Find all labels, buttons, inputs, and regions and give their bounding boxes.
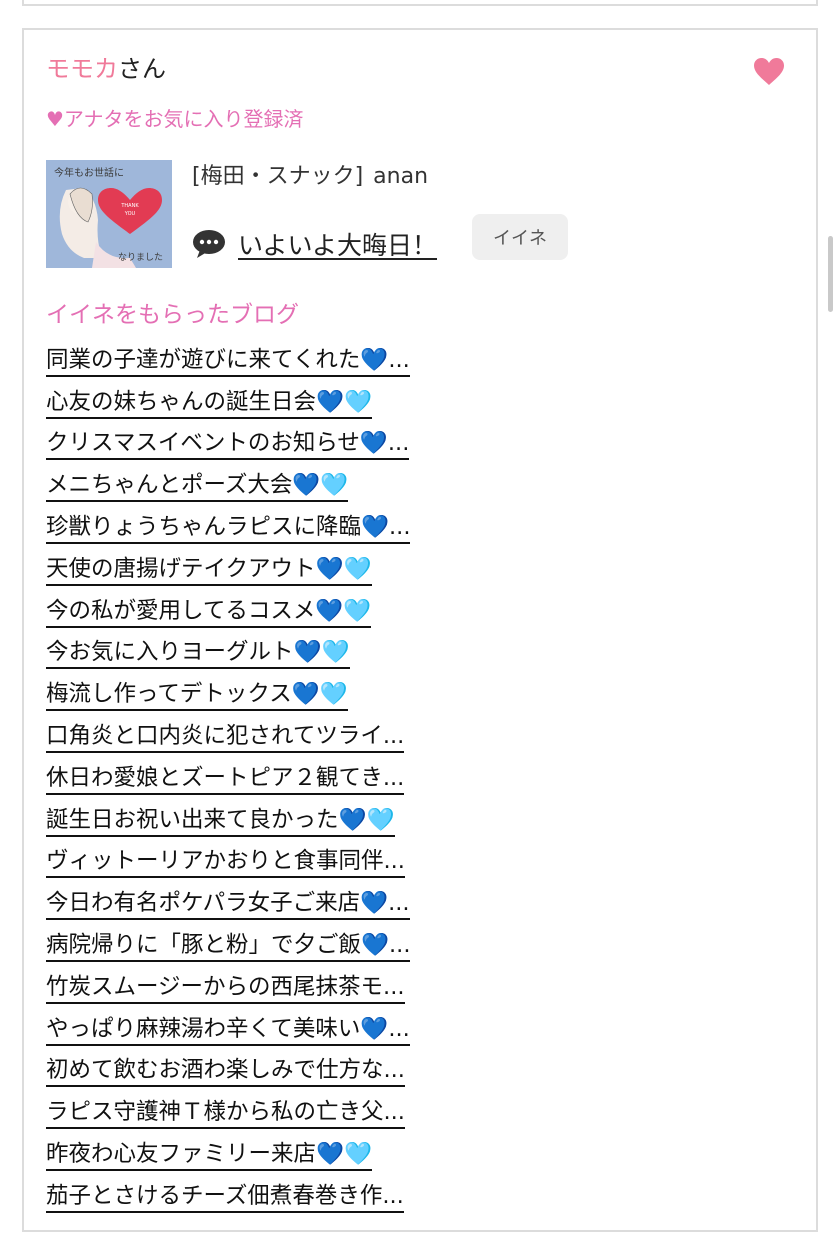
blog-link[interactable]: メニちゃんとポーズ大会💙🩵 bbox=[46, 470, 349, 503]
list-item: 今お気に入りヨーグルト💙🩵 bbox=[46, 633, 410, 675]
list-item: 茄子とさけるチーズ佃煮春巻き作... bbox=[46, 1176, 410, 1218]
thumbnail-text-heart: THANK bbox=[120, 203, 139, 209]
iine-button[interactable]: イイネ bbox=[472, 214, 568, 260]
list-item: ラピス守護神Ｔ様から私の亡き父... bbox=[46, 1092, 410, 1134]
blog-thumbnail[interactable]: 今年もお世話に THANK YOU なりました bbox=[46, 160, 172, 268]
svg-text:YOU: YOU bbox=[124, 211, 136, 217]
girl-name-suffix: さん bbox=[118, 55, 166, 83]
scrollbar[interactable] bbox=[828, 236, 833, 312]
list-item: やっぱり麻辣湯わ辛くて美味い💙... bbox=[46, 1009, 410, 1051]
list-item: 珍獣りょうちゃんラピスに降臨💙... bbox=[46, 507, 411, 549]
blog-link[interactable]: 病院帰りに「豚と粉」で夕ご飯💙... bbox=[46, 930, 411, 963]
favorite-status-label: ♥アナタをお気に入り登録済 bbox=[46, 107, 304, 131]
blog-link[interactable]: 竹炭スムージーからの西尾抹茶モ... bbox=[46, 972, 405, 1004]
blog-link[interactable]: 口角炎と口内炎に犯されてツライ... bbox=[46, 721, 405, 754]
blog-link[interactable]: 梅流し作ってデトックス💙🩵 bbox=[46, 679, 348, 712]
blog-link[interactable]: ヴィットーリアかおりと食事同伴... bbox=[46, 846, 405, 879]
thumbnail-image: 今年もお世話に THANK YOU なりました bbox=[46, 160, 172, 268]
blog-link[interactable]: 初めて飲むお酒わ楽しみで仕方な... bbox=[46, 1055, 405, 1088]
liked-blog-list: 同業の子達が遊びに来てくれた💙... 心友の妹ちゃんの誕生日会💙🩵 クリスマスイ… bbox=[46, 340, 411, 1218]
blog-link[interactable]: 天使の唐揚げテイクアウト💙🩵 bbox=[46, 554, 372, 586]
list-item: 天使の唐揚げテイクアウト💙🩵 bbox=[46, 549, 410, 591]
shop-name[interactable]: anan bbox=[373, 164, 428, 189]
latest-blog-link[interactable]: いよいよ大晦日！ bbox=[238, 226, 437, 262]
list-item: 病院帰りに「豚と粉」で夕ご飯💙... bbox=[46, 925, 411, 967]
list-item: 休日わ愛娘とズートピア２観てき... bbox=[46, 758, 410, 800]
list-item: 初めて飲むお酒わ楽しみで仕方な... bbox=[46, 1051, 410, 1093]
girl-name[interactable]: モモカさん bbox=[46, 54, 166, 84]
blog-link[interactable]: 同業の子達が遊びに来てくれた💙... bbox=[46, 345, 410, 377]
thumbnail-text-top: 今年もお世話に bbox=[54, 166, 124, 179]
shop-area: [梅田・スナック] bbox=[192, 164, 364, 189]
favorite-girl-card: モモカさん ♥アナタをお気に入り登録済 今年もお世話に THANK YOU なり… bbox=[22, 28, 818, 1232]
blog-link[interactable]: 昨夜わ心友ファミリー来店💙🩵 bbox=[46, 1139, 373, 1172]
list-item: ヴィットーリアかおりと食事同伴... bbox=[46, 842, 410, 884]
blog-link[interactable]: 今の私が愛用してるコスメ💙🩵 bbox=[46, 596, 372, 628]
list-item: 誕生日お祝い出来て良かった💙🩵 bbox=[46, 800, 410, 842]
list-item: 昨夜わ心友ファミリー来店💙🩵 bbox=[46, 1134, 410, 1176]
previous-card bbox=[22, 0, 818, 6]
heart-icon bbox=[754, 58, 784, 85]
girl-name-highlight[interactable]: モモカ bbox=[46, 55, 118, 83]
favorite-heart-button[interactable] bbox=[754, 58, 784, 86]
list-item: 竹炭スムージーからの西尾抹茶モ... bbox=[46, 967, 410, 1009]
blog-link[interactable]: 茄子とさけるチーズ佃煮春巻き作... bbox=[46, 1181, 404, 1213]
list-item: メニちゃんとポーズ大会💙🩵 bbox=[46, 465, 410, 507]
blog-link[interactable]: ラピス守護神Ｔ様から私の亡き父... bbox=[46, 1097, 405, 1130]
thumbnail-text-bottom: なりました bbox=[118, 252, 163, 263]
blog-link[interactable]: 珍獣りょうちゃんラピスに降臨💙... bbox=[46, 512, 411, 545]
shop-info: [梅田・スナック] anan bbox=[192, 162, 428, 192]
list-item: 今の私が愛用してるコスメ💙🩵 bbox=[46, 591, 410, 633]
blog-link[interactable]: クリスマスイベントのお知らせ💙... bbox=[46, 428, 410, 461]
liked-blogs-title: イイネをもらったブログ bbox=[46, 302, 299, 328]
latest-blog-row: いよいよ大晦日！ bbox=[192, 224, 437, 264]
blog-link[interactable]: 誕生日お祝い出来て良かった💙🩵 bbox=[46, 805, 395, 837]
speech-bubble-icon bbox=[193, 230, 225, 258]
list-item: 同業の子達が遊びに来てくれた💙... bbox=[46, 340, 410, 382]
list-item: クリスマスイベントのお知らせ💙... bbox=[46, 424, 410, 466]
blog-link[interactable]: 心友の妹ちゃんの誕生日会💙🩵 bbox=[46, 387, 373, 419]
list-item: 今日わ有名ポケパラ女子ご来店💙... bbox=[46, 883, 410, 925]
blog-link[interactable]: やっぱり麻辣湯わ辛くて美味い💙... bbox=[46, 1014, 410, 1046]
blog-link[interactable]: 休日わ愛娘とズートピア２観てき... bbox=[46, 763, 405, 795]
list-item: 梅流し作ってデトックス💙🩵 bbox=[46, 674, 410, 716]
blog-link[interactable]: 今お気に入りヨーグルト💙🩵 bbox=[46, 637, 350, 670]
list-item: 口角炎と口内炎に犯されてツライ... bbox=[46, 716, 410, 758]
blog-link[interactable]: 今日わ有名ポケパラ女子ご来店💙... bbox=[46, 888, 410, 921]
list-item: 心友の妹ちゃんの誕生日会💙🩵 bbox=[46, 382, 410, 424]
